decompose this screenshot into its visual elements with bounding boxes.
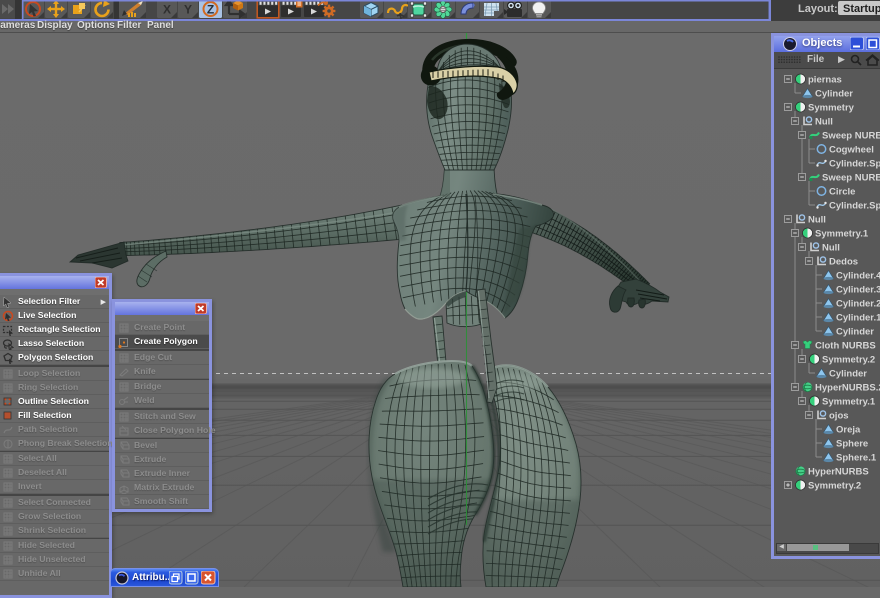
- svg-text:Null: Null: [808, 215, 826, 226]
- svg-text:HyperNURBS.2: HyperNURBS.2: [815, 383, 880, 394]
- svg-text:Cylinder.Spl: Cylinder.Spl: [829, 201, 880, 212]
- svg-text:X: X: [163, 3, 171, 17]
- svg-text:Sweep NURBS: Sweep NURBS: [822, 131, 880, 142]
- svg-text:Symmetry.2: Symmetry.2: [822, 355, 875, 366]
- svg-text:Sphere.1: Sphere.1: [836, 453, 877, 464]
- svg-text:Null: Null: [815, 117, 833, 128]
- svg-text:Cylinder.3: Cylinder.3: [836, 285, 880, 296]
- svg-text:Layout:: Layout:: [798, 3, 838, 15]
- svg-text:Symmetry.1: Symmetry.1: [815, 229, 869, 240]
- svg-text:ojos: ojos: [829, 411, 849, 422]
- svg-text:Cylinder.4: Cylinder.4: [836, 271, 880, 282]
- svg-text:Cylinder.2: Cylinder.2: [836, 299, 880, 310]
- svg-text:Cogwheel: Cogwheel: [829, 145, 874, 156]
- svg-text:Symmetry.2: Symmetry.2: [808, 481, 861, 492]
- svg-text:Cloth NURBS: Cloth NURBS: [815, 341, 876, 352]
- svg-text:Cylinder.Spl: Cylinder.Spl: [829, 159, 880, 170]
- svg-text:Startup: Startup: [843, 3, 880, 15]
- svg-text:Z: Z: [207, 3, 214, 17]
- svg-text:Null: Null: [822, 243, 840, 254]
- svg-text:Y: Y: [184, 3, 192, 17]
- svg-text:piernas: piernas: [808, 75, 842, 86]
- svg-text:Cylinder: Cylinder: [836, 327, 874, 338]
- svg-text:Cylinder: Cylinder: [829, 369, 867, 380]
- svg-text:Oreja: Oreja: [836, 425, 861, 436]
- svg-text:Symmetry.1: Symmetry.1: [822, 397, 876, 408]
- svg-text:Symmetry: Symmetry: [808, 103, 855, 114]
- svg-text:Circle: Circle: [829, 187, 855, 198]
- svg-text:Cylinder: Cylinder: [815, 89, 853, 100]
- svg-text:Sweep NURBS: Sweep NURBS: [822, 173, 880, 184]
- svg-text:HyperNURBS: HyperNURBS: [808, 467, 869, 478]
- svg-text:Cylinder.1: Cylinder.1: [836, 313, 880, 324]
- svg-text:Dedos: Dedos: [829, 257, 858, 268]
- svg-text:Sphere: Sphere: [836, 439, 868, 450]
